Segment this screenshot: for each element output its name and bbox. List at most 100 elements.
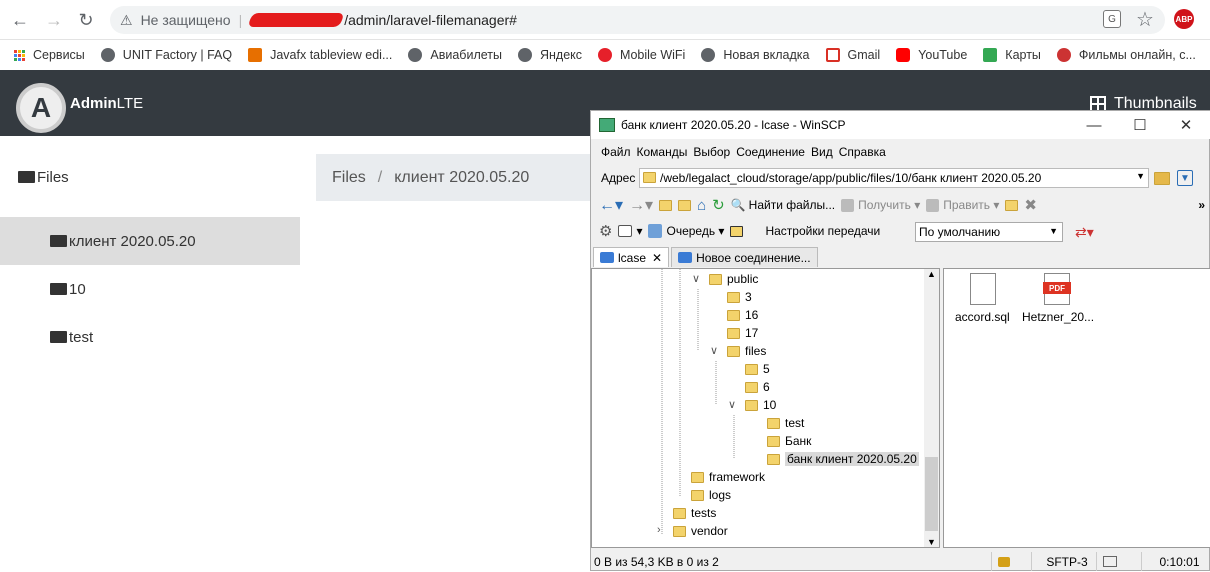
close-icon[interactable]: ✕ — [1163, 111, 1209, 139]
huawei-icon — [598, 48, 613, 62]
maximize-icon[interactable]: ☐ — [1117, 111, 1163, 139]
chevron-down-icon[interactable]: ∨ — [728, 398, 736, 411]
file-list-panel[interactable]: accord.sql PDF Hetzner_20... — [943, 268, 1210, 548]
tree-node-3[interactable]: 3 — [727, 288, 752, 306]
bookmark-label: UNIT Factory | FAQ — [122, 48, 233, 62]
delete-icon[interactable]: ✖ — [1024, 196, 1037, 214]
bookmark-label: Яндекс — [540, 48, 583, 62]
winscp-window: банк клиент 2020.05.20 - lcase - WinSCP … — [590, 110, 1210, 571]
preferences-icon[interactable]: ⚙ — [599, 222, 612, 240]
bookmark-films[interactable]: Фильмы онлайн, с... — [1056, 48, 1196, 62]
sidebar-item-files[interactable]: Files — [0, 153, 300, 201]
file-item-accord[interactable]: accord.sql — [950, 273, 1014, 329]
queue-icon — [648, 224, 663, 238]
sidebar-item-10[interactable]: 10 — [0, 265, 300, 313]
view-mode-icon[interactable]: ▾ — [618, 224, 642, 238]
forward-icon[interactable]: →▾ — [629, 195, 653, 215]
more-toolbar-icon[interactable]: » — [1198, 198, 1205, 212]
tree-node-bank[interactable]: Банк — [767, 432, 811, 450]
filter-icon[interactable]: ▼ — [1177, 170, 1193, 186]
tree-node-files[interactable]: files — [727, 342, 766, 360]
chevron-down-icon[interactable]: ∨ — [692, 272, 700, 285]
bookmark-apps[interactable]: Сервисы — [14, 48, 85, 62]
find-files-button[interactable]: 🔍 Найти файлы... — [731, 198, 835, 212]
tree-node-6[interactable]: 6 — [745, 378, 770, 396]
breadcrumb-root[interactable]: Files — [332, 169, 366, 187]
toggle-queue-icon[interactable] — [730, 225, 744, 237]
bookmark-aviabilety[interactable]: Авиабилеты — [408, 48, 502, 62]
folder-icon — [745, 381, 758, 393]
parent-folder-icon[interactable] — [659, 199, 673, 211]
remote-path-input[interactable]: /web/legalact_cloud/storage/app/public/f… — [639, 168, 1149, 188]
scroll-up-icon[interactable]: ▲ — [927, 269, 936, 279]
sync-icon[interactable]: ⇄▾ — [1075, 224, 1094, 241]
bookmark-javafx[interactable]: Javafx tableview edi... — [248, 48, 392, 62]
url-text: /admin/laravel-filemanager# — [344, 12, 517, 28]
bookmark-gmail[interactable]: Gmail — [825, 48, 881, 62]
edit-button[interactable]: Править ▾ — [926, 198, 999, 212]
refresh-icon[interactable]: ↻ — [712, 196, 725, 214]
tree-node-logs[interactable]: logs — [691, 486, 731, 504]
menu-view[interactable]: Вид — [811, 145, 833, 159]
find-files-label: Найти файлы... — [748, 198, 836, 212]
monitor-shape — [1103, 556, 1117, 567]
bookmark-unit-factory[interactable]: UNIT Factory | FAQ — [100, 48, 233, 62]
download-button[interactable]: Получить ▾ — [841, 198, 920, 212]
directory-tree[interactable]: ∨ public 3 16 17 ∨ files 5 6 ∨ 10 test Б… — [591, 268, 940, 548]
properties-icon[interactable] — [1005, 199, 1019, 211]
tree-node-17[interactable]: 17 — [727, 324, 758, 342]
chevron-down-icon[interactable]: ∨ — [710, 344, 718, 357]
menu-select[interactable]: Выбор — [693, 145, 730, 159]
chevron-right-icon[interactable]: › — [657, 524, 661, 536]
tree-node-vendor[interactable]: vendor — [673, 522, 728, 540]
sidebar-item-client-folder[interactable]: клиент 2020.05.20 — [0, 217, 300, 265]
root-folder-icon[interactable] — [678, 199, 692, 211]
reload-icon[interactable]: ↻ — [74, 8, 98, 32]
menu-help[interactable]: Справка — [839, 145, 886, 159]
back-icon[interactable]: ←▾ — [599, 195, 623, 215]
chevron-down-icon: ▼ — [1049, 226, 1058, 236]
chevron-down-icon[interactable]: ▼ — [1136, 171, 1145, 181]
menu-commands[interactable]: Команды — [637, 145, 688, 159]
download-icon — [841, 198, 855, 212]
tab-lcase[interactable]: lcase ✕ — [593, 247, 670, 267]
queue-button[interactable]: Очередь ▾ — [648, 224, 724, 238]
forward-arrow-icon[interactable]: → — [42, 8, 66, 32]
brand-text[interactable]: AdminLTE — [70, 95, 143, 112]
tree-node-public[interactable]: public — [709, 270, 758, 288]
transfer-settings-select[interactable]: По умолчанию ▼ — [915, 222, 1063, 242]
adminlte-logo[interactable]: A — [16, 83, 66, 133]
scrollbar-thumb[interactable] — [925, 457, 938, 531]
star-icon[interactable]: ☆ — [1136, 7, 1154, 32]
address-bar[interactable]: ⚠ Не защищено | /admin/laravel-filemanag… — [110, 6, 1165, 34]
folder-icon — [50, 283, 67, 295]
bookmark-label: Gmail — [847, 48, 881, 62]
back-arrow-icon[interactable]: ← — [8, 8, 32, 32]
bookmark-yandex[interactable]: Яндекс — [518, 48, 582, 62]
close-tab-icon[interactable]: ✕ — [652, 251, 662, 265]
home-icon[interactable]: ⌂ — [697, 197, 706, 214]
bookmark-youtube[interactable]: YouTube — [896, 48, 967, 62]
tree-node-16[interactable]: 16 — [727, 306, 758, 324]
bookmark-mobile-wifi[interactable]: Mobile WiFi — [598, 48, 685, 62]
tree-node-test[interactable]: test — [767, 414, 804, 432]
menu-file[interactable]: Файл — [601, 145, 631, 159]
tree-node-framework[interactable]: framework — [691, 468, 765, 486]
folder-icon — [691, 489, 704, 501]
menu-connection[interactable]: Соединение — [736, 145, 805, 159]
sidebar-item-test[interactable]: test — [0, 313, 300, 361]
open-folder-icon[interactable] — [1154, 172, 1170, 185]
bookmark-new-tab[interactable]: Новая вкладка — [701, 48, 810, 62]
adblock-icon[interactable]: ABP — [1174, 9, 1194, 29]
tree-node-tests[interactable]: tests — [673, 504, 716, 522]
translate-icon[interactable]: G — [1103, 10, 1121, 28]
tree-node-label: framework — [709, 470, 766, 484]
bookmark-maps[interactable]: Карты — [983, 48, 1041, 62]
tab-new-connection[interactable]: Новое соединение... — [671, 247, 818, 267]
scroll-down-icon[interactable]: ▼ — [927, 537, 936, 547]
minimize-icon[interactable]: — — [1071, 111, 1117, 139]
tree-node-5[interactable]: 5 — [745, 360, 770, 378]
tree-node-10[interactable]: 10 — [745, 396, 776, 414]
file-item-hetzner[interactable]: PDF Hetzner_20... — [1020, 273, 1094, 329]
tree-node-bank-client[interactable]: банк клиент 2020.05.20 — [767, 450, 919, 468]
